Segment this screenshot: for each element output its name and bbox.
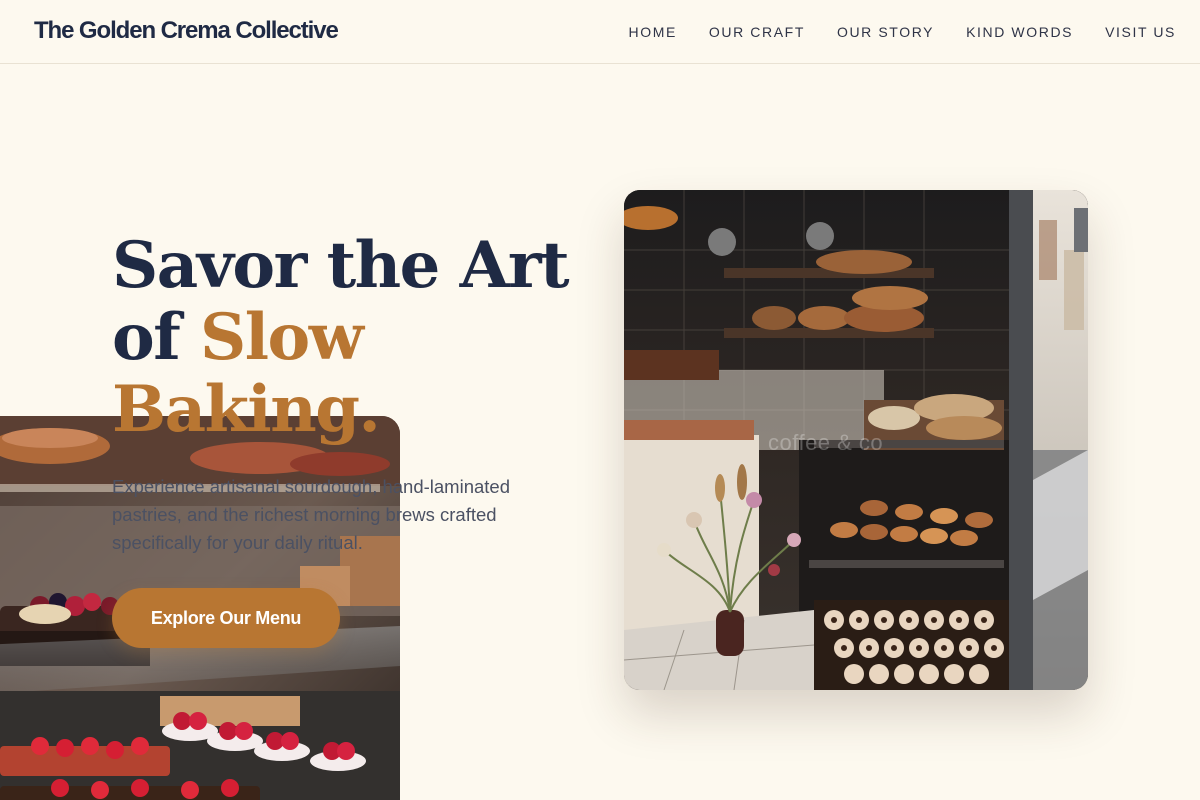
hero-subtext: Experience artisanal sourdough, hand-lam…: [112, 476, 511, 553]
brand-logo[interactable]: The Golden Crema Collective: [34, 17, 339, 45]
nav-link-home[interactable]: HOME: [629, 24, 677, 40]
headline-of: of: [112, 300, 181, 375]
page: The Golden Crema Collective HOME OUR CRA…: [0, 0, 1200, 800]
nav-links: HOME OUR CRAFT OUR STORY KIND WORDS VISI…: [597, 24, 1177, 40]
photo-window-lettering: coffee & co: [768, 430, 884, 455]
explore-menu-button[interactable]: Explore Our Menu: [112, 588, 340, 648]
nav-link-kind-words[interactable]: KIND WORDS: [966, 24, 1073, 40]
top-navbar: The Golden Crema Collective HOME OUR CRA…: [0, 0, 1200, 64]
headline-line-1: Savor the Art: [112, 228, 570, 303]
bakery-interior-photo: coffee & co: [624, 190, 1088, 690]
nav-link-our-story[interactable]: OUR STORY: [837, 24, 934, 40]
hero-headline: Savor the Art of Slow Baking.: [112, 230, 582, 446]
nav-link-visit-us[interactable]: VISIT US: [1105, 24, 1176, 40]
nav-link-our-craft[interactable]: OUR CRAFT: [709, 24, 805, 40]
